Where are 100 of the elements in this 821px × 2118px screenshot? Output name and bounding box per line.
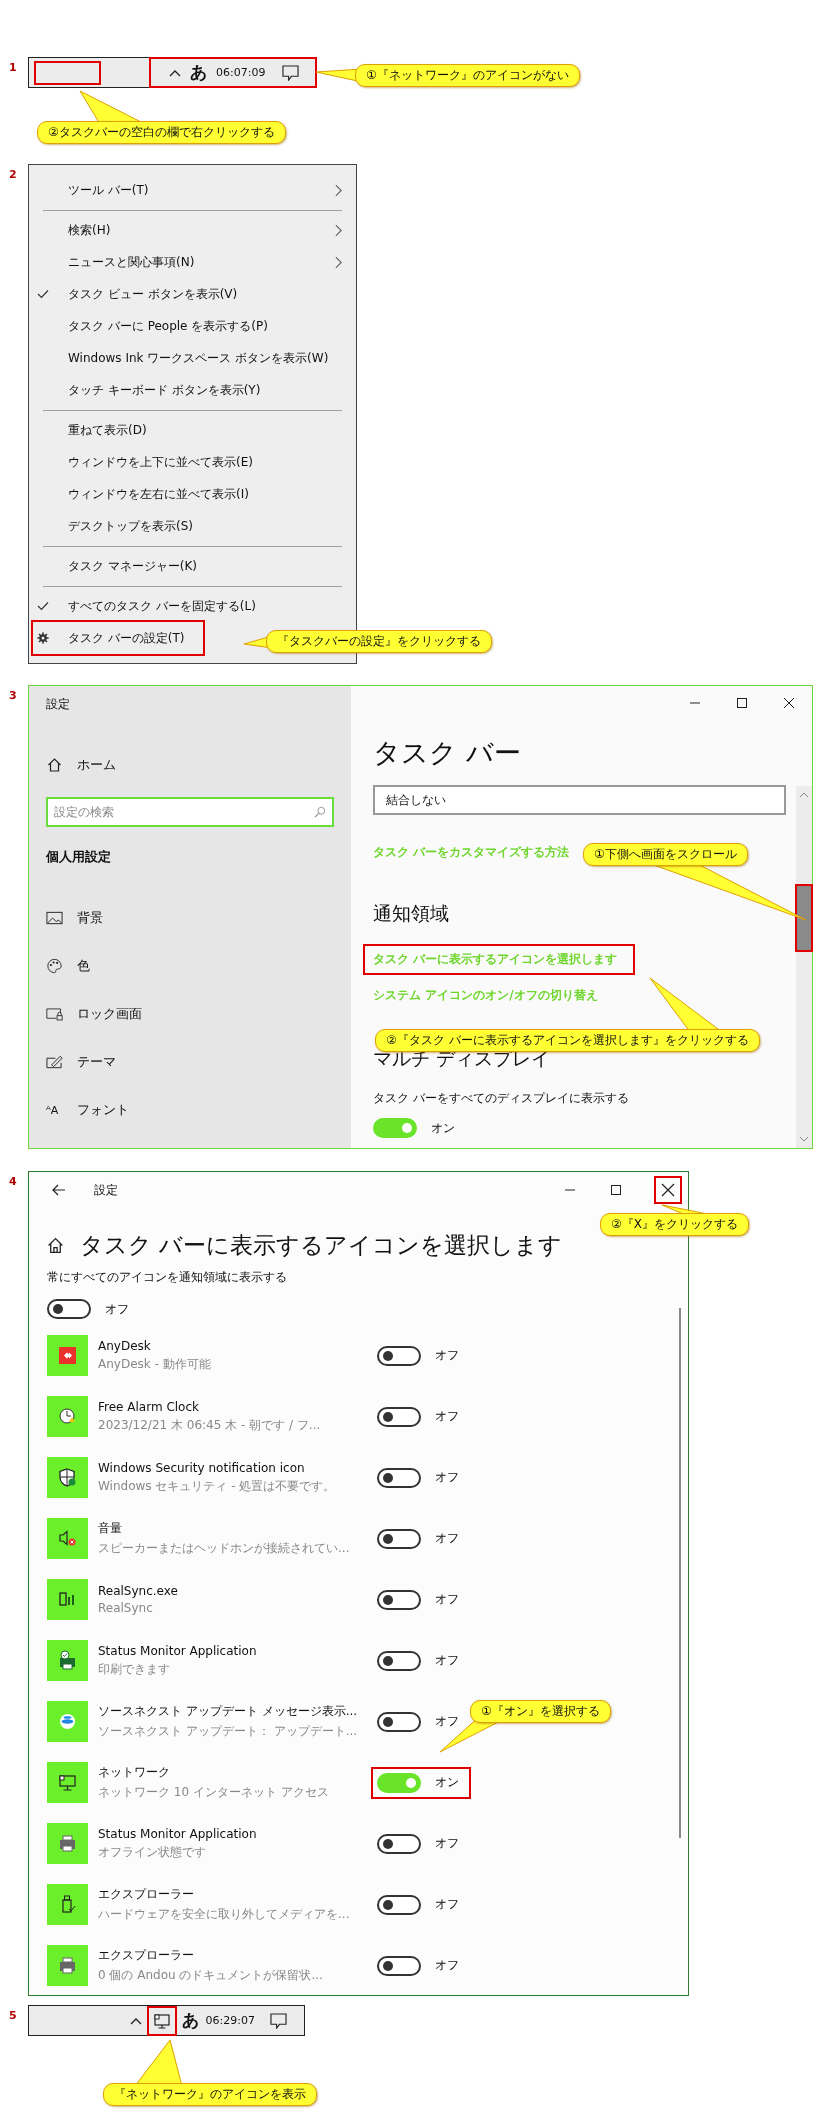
- sidebar-item[interactable]: ロック画面: [46, 990, 334, 1038]
- bars-icon: [47, 1579, 88, 1620]
- app-name: RealSync.exe: [98, 1584, 179, 1598]
- globe-icon: [47, 1701, 88, 1742]
- chevron-up-icon[interactable]: [129, 2016, 142, 2025]
- page-title: タスク バー: [373, 736, 521, 770]
- setting-label: タスク バーをすべてのディスプレイに表示する: [373, 1090, 629, 1107]
- menu-item[interactable]: タスク バーに People を表示する(P): [33, 310, 348, 342]
- toggle-switch[interactable]: [377, 1467, 421, 1488]
- toggle-switch[interactable]: [377, 1528, 421, 1549]
- printer-icon: [47, 1823, 88, 1864]
- toggle-label: オフ: [435, 1835, 459, 1852]
- app-status: AnyDesk - 動作可能: [98, 1355, 212, 1373]
- menu-item[interactable]: タスク バーの設定(T): [33, 622, 203, 654]
- dropdown[interactable]: 結合しない: [373, 785, 786, 815]
- setting-label: 常にすべてのアイコンを通知領域に表示する: [47, 1269, 287, 1286]
- home-link[interactable]: ホーム: [46, 755, 334, 775]
- window-title: 設定: [94, 1181, 118, 1199]
- toggle-label: オフ: [435, 1469, 459, 1486]
- scrollbar[interactable]: [796, 786, 812, 1148]
- toggle-switch[interactable]: [377, 1711, 421, 1732]
- app-status: Windows セキュリティ - 処置は不要です。: [98, 1477, 337, 1495]
- image-icon: [46, 910, 63, 926]
- toggle-switch[interactable]: [377, 1955, 421, 1976]
- menu-item[interactable]: 重ねて表示(D): [33, 414, 348, 446]
- menu-item[interactable]: すべてのタスク バーを固定する(L): [33, 590, 348, 622]
- printer-icon: [47, 1945, 88, 1986]
- speaker-muted-icon: [47, 1518, 88, 1559]
- scrollbar[interactable]: [679, 1308, 681, 1838]
- gear-icon: [37, 632, 49, 644]
- shield-icon: [47, 1457, 88, 1498]
- menu-item[interactable]: タスク ビュー ボタンを表示(V): [33, 278, 348, 310]
- menu-item[interactable]: 検索(H): [33, 214, 348, 246]
- callout: ①下側へ画面をスクロール: [583, 843, 748, 866]
- toggle-switch[interactable]: [377, 1589, 421, 1610]
- scrollbar-thumb[interactable]: [797, 886, 811, 950]
- ime-indicator[interactable]: あ: [181, 2009, 199, 2032]
- toggle-label: オフ: [435, 1713, 459, 1730]
- toggle-label: オフ: [435, 1591, 459, 1608]
- app-name: AnyDesk: [98, 1338, 152, 1353]
- sidebar-item[interactable]: 色: [46, 942, 334, 990]
- scroll-down-icon[interactable]: [799, 1136, 809, 1142]
- step-number: 2: [8, 167, 18, 181]
- monitor-icon[interactable]: [148, 2007, 175, 2034]
- ime-indicator[interactable]: あ: [190, 61, 207, 84]
- maximize-button[interactable]: [736, 697, 748, 709]
- back-button[interactable]: [52, 1184, 66, 1196]
- clock-time[interactable]: 06:29:07: [205, 2014, 255, 2027]
- app-status: RealSync: [98, 1601, 154, 1615]
- toggle-label: オフ: [435, 1530, 459, 1547]
- menu-item[interactable]: デスクトップを表示(S): [33, 510, 348, 542]
- menu-item[interactable]: タスク マネージャー(K): [33, 550, 348, 582]
- toggle-switch[interactable]: [377, 1650, 421, 1671]
- step-number: 4: [8, 1174, 18, 1188]
- toggle-switch[interactable]: [377, 1406, 421, 1427]
- menu-item[interactable]: ニュースと関心事項(N): [33, 246, 348, 278]
- sidebar-item[interactable]: 背景: [46, 894, 334, 942]
- maximize-button[interactable]: [610, 1184, 622, 1196]
- sidebar-item[interactable]: テーマ: [46, 1038, 334, 1086]
- app-status: ハードウェアを安全に取り外してメディアを...: [98, 1906, 351, 1923]
- menu-item[interactable]: ウィンドウを左右に並べて表示(I): [33, 478, 348, 510]
- toggle-switch[interactable]: [377, 1833, 421, 1854]
- chevron-up-icon[interactable]: [169, 68, 181, 77]
- app-name: Windows Security notification icon: [98, 1460, 306, 1475]
- callout: ①『オン』を選択する: [470, 1700, 611, 1723]
- search-icon: [314, 806, 326, 818]
- toggle-switch[interactable]: [47, 1299, 91, 1319]
- toggle-switch[interactable]: [377, 1345, 421, 1366]
- app-name: エクスプローラー: [98, 1886, 195, 1903]
- app-name: ソースネクスト アップデート メッセージ表示...: [98, 1703, 359, 1720]
- menu-item[interactable]: ウィンドウを上下に並べて表示(E): [33, 446, 348, 478]
- close-button[interactable]: [656, 1178, 680, 1202]
- sidebar-item[interactable]: ᴬA フォント: [46, 1086, 334, 1134]
- home-icon[interactable]: [47, 1237, 64, 1254]
- clock-time[interactable]: 06:07:09: [216, 66, 266, 79]
- menu-item[interactable]: Windows Ink ワークスペース ボタンを表示(W): [33, 342, 348, 374]
- toggle-switch[interactable]: [373, 1118, 417, 1138]
- menu-item[interactable]: タッチ キーボード ボタンを表示(Y): [33, 374, 348, 406]
- app-status: 0 個の Andou のドキュメントが保留状...: [98, 1967, 324, 1984]
- close-button[interactable]: [783, 697, 795, 709]
- notification-icon[interactable]: [270, 2012, 287, 2029]
- toggle-switch[interactable]: [377, 1894, 421, 1915]
- app-status: ソースネクスト アップデート： アップデート...: [98, 1723, 359, 1740]
- menu-item[interactable]: ツール バー(T): [33, 174, 348, 206]
- page-title: タスク バーに表示するアイコンを選択します: [80, 1231, 563, 1260]
- step-number: 5: [8, 2008, 18, 2022]
- section-heading: 個人用設定: [46, 848, 112, 866]
- printer-icon: [47, 1640, 88, 1681]
- monitor-icon: [47, 1762, 88, 1803]
- search-field[interactable]: 設定の検索: [46, 797, 334, 827]
- toggle-label: オフ: [435, 1408, 459, 1425]
- app-name: 音量: [98, 1520, 123, 1537]
- app-status: ネットワーク 10 インターネット アクセス: [98, 1784, 330, 1801]
- notification-icon[interactable]: [282, 64, 300, 81]
- scroll-up-icon[interactable]: [799, 792, 809, 798]
- app-status: 印刷できます: [98, 1660, 171, 1678]
- pen-screen-icon: [46, 1054, 63, 1070]
- step-number: 1: [8, 60, 18, 74]
- section-heading: 通知領域: [373, 901, 449, 926]
- toggle-switch[interactable]: [377, 1772, 421, 1793]
